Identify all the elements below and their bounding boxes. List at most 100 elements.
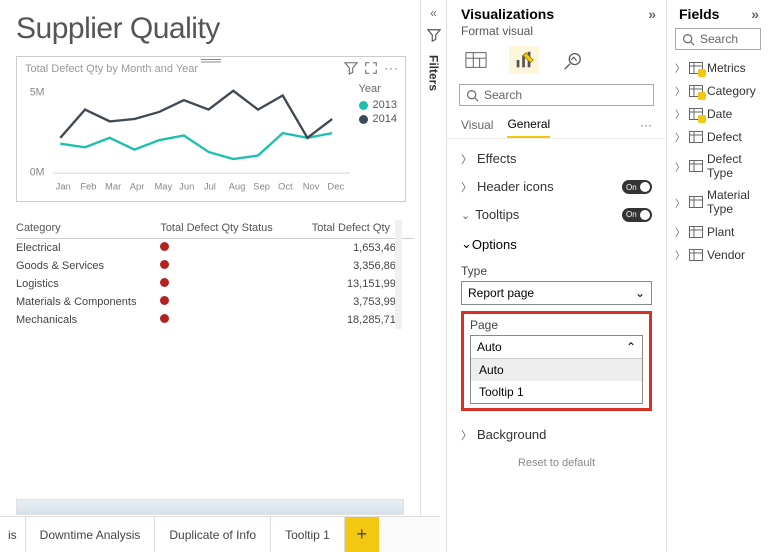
subtab-visual[interactable]: Visual	[461, 113, 493, 137]
table-row[interactable]: Goods & Services3,356,864	[16, 257, 414, 275]
table-icon	[689, 62, 703, 74]
focus-mode-icon[interactable]	[364, 61, 378, 80]
field-table-defect[interactable]: 〉 Defect	[667, 125, 769, 148]
search-icon	[682, 33, 695, 46]
svg-text:Dec: Dec	[327, 181, 344, 192]
category-table[interactable]: Category Total Defect Qty Status Total D…	[16, 220, 414, 329]
chevron-up-icon: ⌃	[626, 340, 636, 354]
card-effects[interactable]: 〉Effects	[459, 145, 654, 173]
report-canvas[interactable]: Supplier Quality ══ ··· Total Defect Qty…	[0, 0, 420, 515]
format-search-input[interactable]: Search	[459, 84, 654, 106]
chart-legend: Year 2013 2014	[355, 79, 397, 197]
drag-handle-icon[interactable]: ══	[201, 52, 221, 68]
table-icon	[689, 108, 703, 120]
col-status[interactable]: Total Defect Qty Status	[160, 220, 295, 239]
svg-text:Oct: Oct	[278, 181, 293, 192]
status-dot-icon	[160, 296, 169, 305]
table-icon	[689, 249, 703, 261]
svg-text:Feb: Feb	[80, 181, 96, 192]
collapse-fields-icon[interactable]: »	[751, 6, 759, 22]
table-row[interactable]: Electrical1,653,462	[16, 238, 414, 257]
page-dropdown[interactable]: Auto ⌃ Auto Tooltip 1	[470, 335, 643, 404]
card-background[interactable]: 〉Background	[459, 421, 654, 449]
search-icon	[466, 89, 479, 102]
table-row[interactable]: Mechanicals18,285,712	[16, 311, 414, 329]
field-table-metrics[interactable]: 〉 Metrics	[667, 56, 769, 79]
field-table-defect-type[interactable]: 〉 Defect Type	[667, 148, 769, 184]
more-options-icon[interactable]: ···	[384, 61, 399, 80]
svg-text:5M: 5M	[30, 86, 45, 98]
subtab-general[interactable]: General	[507, 112, 550, 138]
map-visual[interactable]	[16, 499, 404, 515]
line-chart-visual[interactable]: ══ ··· Total Defect Qty by Month and Yea…	[16, 56, 406, 202]
filters-label: Filters	[427, 55, 441, 91]
table-scrollbar[interactable]	[395, 220, 402, 329]
filters-pane-collapsed[interactable]: « Filters	[420, 0, 446, 552]
table-icon	[689, 85, 703, 97]
field-table-material-type[interactable]: 〉 Material Type	[667, 184, 769, 220]
reset-to-default-link[interactable]: Reset to default	[459, 449, 654, 469]
field-table-plant[interactable]: 〉 Plant	[667, 220, 769, 243]
subtab-more-icon[interactable]: ···	[640, 118, 652, 132]
tab-truncated[interactable]: is	[0, 517, 26, 552]
chevron-right-icon: 〉	[675, 129, 685, 144]
add-page-button[interactable]: +	[345, 517, 379, 552]
filter-icon[interactable]	[344, 61, 358, 80]
svg-text:Apr: Apr	[130, 181, 145, 192]
page-tabs: is Downtime Analysis Duplicate of Info T…	[0, 516, 440, 552]
page-option-tooltip1[interactable]: Tooltip 1	[471, 381, 642, 403]
svg-text:Mar: Mar	[105, 181, 121, 192]
header-icons-toggle[interactable]	[622, 180, 652, 194]
table-icon	[689, 160, 703, 172]
card-tooltips[interactable]: ⌄Tooltips	[459, 201, 654, 228]
visualizations-pane: Visualizations » Format visual Search Vi…	[446, 0, 666, 552]
chevron-right-icon: 〉	[675, 224, 685, 239]
svg-text:Jul: Jul	[204, 181, 216, 192]
svg-text:Aug: Aug	[229, 181, 246, 192]
tooltips-toggle[interactable]	[622, 208, 652, 222]
line-chart: 5M 0M JanFebMar AprMayJun JulAugSep OctN…	[25, 79, 355, 197]
field-table-category[interactable]: 〉 Category	[667, 79, 769, 102]
field-table-vendor[interactable]: 〉 Vendor	[667, 243, 769, 266]
svg-text:0M: 0M	[30, 166, 45, 178]
page-label: Page	[470, 318, 643, 332]
chevron-right-icon: 〉	[461, 182, 472, 194]
tab-duplicate-of-info[interactable]: Duplicate of Info	[155, 517, 271, 552]
col-category[interactable]: Category	[16, 220, 160, 239]
table-row[interactable]: Materials & Components3,753,994	[16, 293, 414, 311]
format-visual-icon[interactable]	[509, 46, 539, 74]
card-options[interactable]: ⌄Options	[461, 230, 652, 258]
chevron-right-icon: 〉	[675, 83, 685, 98]
tab-downtime-analysis[interactable]: Downtime Analysis	[26, 517, 156, 552]
chevron-right-icon: 〉	[675, 247, 685, 262]
fields-title: Fields	[679, 6, 719, 22]
status-dot-icon	[160, 314, 169, 323]
analytics-icon[interactable]	[557, 46, 587, 74]
chevron-down-icon: ⌄	[635, 286, 645, 300]
status-dot-icon	[160, 242, 169, 251]
chevron-right-icon: 〉	[675, 159, 685, 174]
chevron-down-icon: ⌄	[461, 210, 470, 222]
fields-pane: Fields » Search 〉 Metrics〉 Category〉 Dat…	[666, 0, 769, 552]
svg-text:Sep: Sep	[253, 181, 270, 192]
collapse-viz-icon[interactable]: »	[648, 6, 656, 22]
fields-search-input[interactable]: Search	[675, 28, 761, 50]
svg-text:May: May	[154, 181, 172, 192]
type-label: Type	[461, 264, 652, 278]
field-table-date[interactable]: 〉 Date	[667, 102, 769, 125]
tab-tooltip-1[interactable]: Tooltip 1	[271, 517, 345, 552]
filters-icon	[427, 28, 441, 47]
table-row[interactable]: Logistics13,151,993	[16, 275, 414, 293]
chevron-right-icon: 〉	[461, 154, 472, 166]
table-icon	[689, 226, 703, 238]
build-visual-icon[interactable]	[461, 46, 491, 74]
table-icon	[689, 131, 703, 143]
chevron-down-icon: ⌄	[461, 236, 472, 252]
type-dropdown[interactable]: Report page ⌄	[461, 281, 652, 305]
chevron-right-icon: 〉	[675, 195, 685, 210]
chevron-right-icon: 〉	[461, 430, 472, 442]
expand-filters-icon[interactable]: «	[430, 6, 437, 20]
page-option-auto[interactable]: Auto	[471, 359, 642, 381]
card-header-icons[interactable]: 〉Header icons	[459, 173, 654, 201]
visualizations-title: Visualizations	[461, 6, 554, 22]
